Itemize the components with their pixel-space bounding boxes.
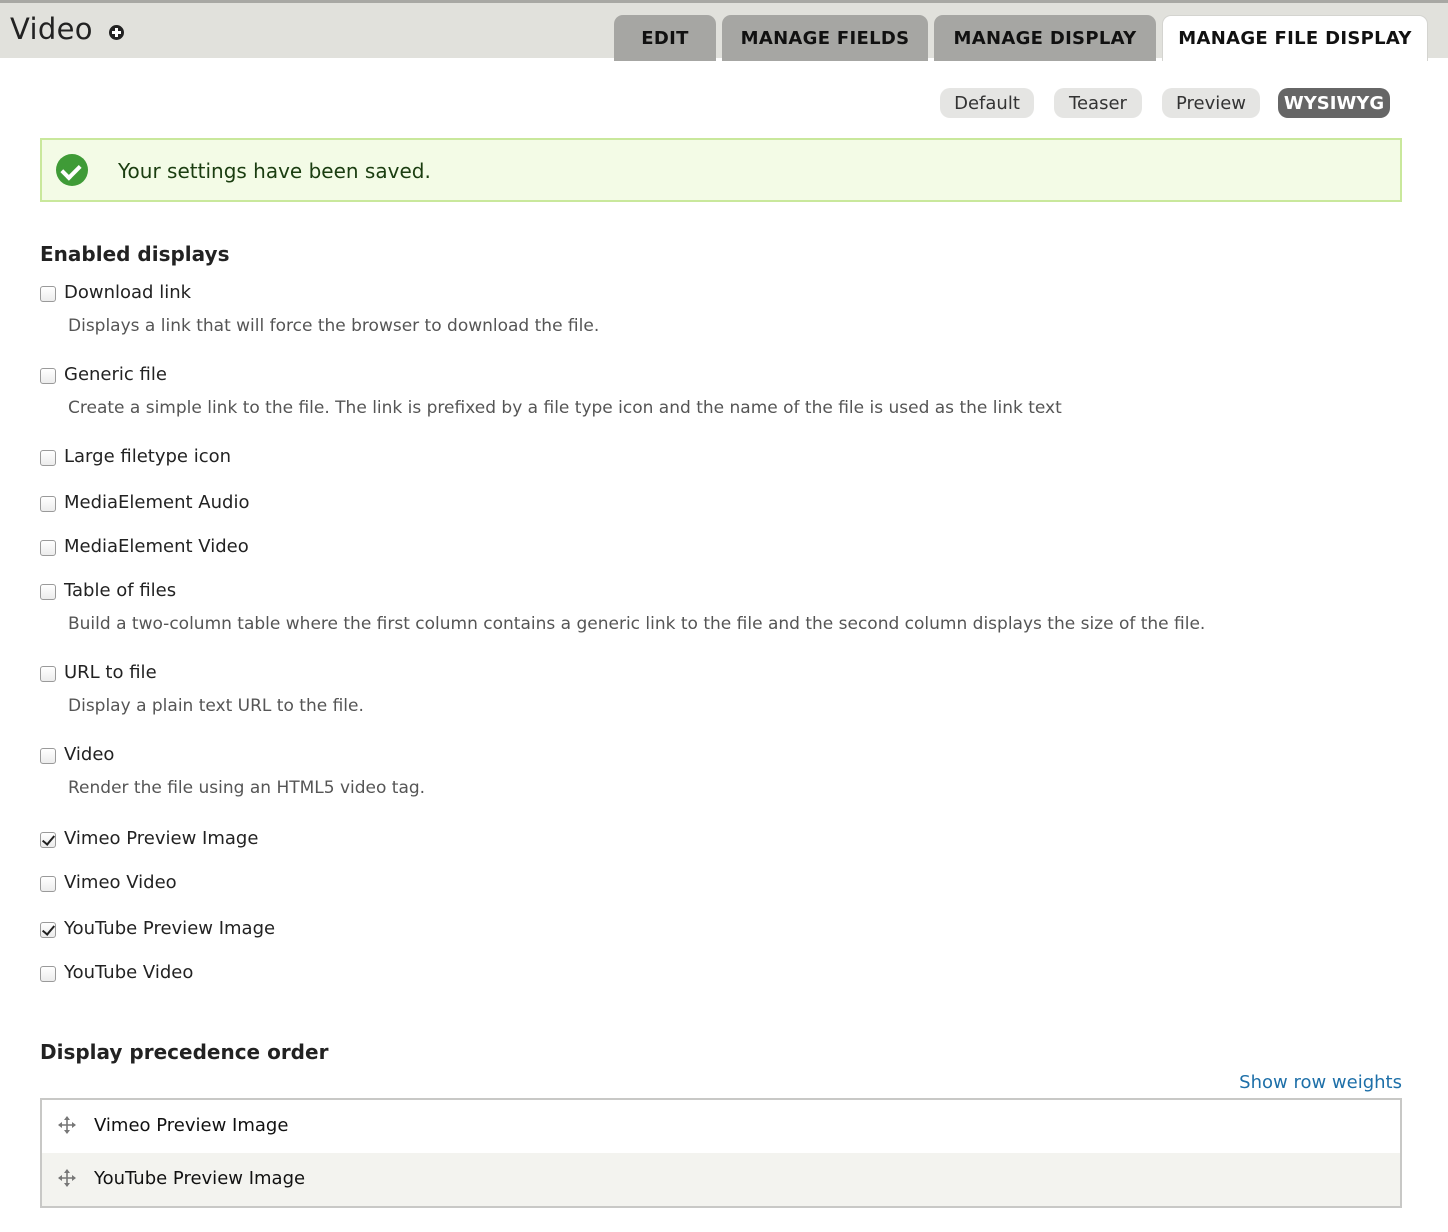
page-header: Video EDIT MANAGE FIELDS MANAGE DISPLAY … [0,0,1448,61]
view-mode-wysiwyg[interactable]: WYSIWYG [1278,88,1390,118]
checkbox-label-mediaelement-video[interactable]: MediaElement Video [64,536,249,557]
tab-edit[interactable]: EDIT [614,15,716,61]
tab-manage-fields[interactable]: MANAGE FIELDS [722,15,928,61]
status-text: Your settings have been saved. [118,159,431,183]
tab-manage-file-display[interactable]: MANAGE FILE DISPLAY [1162,15,1428,61]
checkbox-vimeo-video[interactable] [40,876,56,892]
checkbox-youtube-video[interactable] [40,966,56,982]
checkbox-mediaelement-audio[interactable] [40,496,56,512]
checkbox-label-url-to-file[interactable]: URL to file [64,662,157,683]
description-download-link: Displays a link that will force the brow… [68,316,600,336]
checkbox-generic-file[interactable] [40,368,56,384]
table-row[interactable]: YouTube Preview Image [42,1153,1400,1206]
checkbox-label-download-link[interactable]: Download link [64,282,191,303]
precedence-heading: Display precedence order [40,1040,329,1064]
checkbox-url-to-file[interactable] [40,666,56,682]
checkbox-vimeo-preview-image[interactable] [40,832,56,848]
checkbox-label-table-of-files[interactable]: Table of files [64,580,176,601]
drag-handle-icon[interactable] [58,1116,76,1134]
tab-manage-display[interactable]: MANAGE DISPLAY [934,15,1156,61]
row-label: YouTube Preview Image [94,1168,306,1189]
checkbox-table-of-files[interactable] [40,584,56,600]
checkbox-mediaelement-video[interactable] [40,540,56,556]
description-url-to-file: Display a plain text URL to the file. [68,696,364,716]
checkbox-label-large-filetype-icon[interactable]: Large filetype icon [64,446,231,467]
check-circle-icon [56,154,88,186]
view-mode-preview[interactable]: Preview [1162,88,1260,118]
description-generic-file: Create a simple link to the file. The li… [68,398,1062,418]
checkbox-label-video[interactable]: Video [64,744,114,765]
checkbox-label-youtube-video[interactable]: YouTube Video [64,962,193,983]
checkbox-youtube-preview-image[interactable] [40,922,56,938]
drag-handle-icon[interactable] [58,1169,76,1187]
description-table-of-files: Build a two-column table where the first… [68,614,1206,634]
view-mode-default[interactable]: Default [940,88,1034,118]
status-message: Your settings have been saved. [40,138,1402,202]
view-mode-teaser[interactable]: Teaser [1054,88,1142,118]
precedence-table: Vimeo Preview Image YouTube Preview Imag… [40,1098,1402,1208]
checkbox-video[interactable] [40,748,56,764]
checkbox-download-link[interactable] [40,286,56,302]
enabled-displays-heading: Enabled displays [40,242,230,266]
row-label: Vimeo Preview Image [94,1115,289,1136]
checkbox-label-youtube-preview-image[interactable]: YouTube Preview Image [64,918,275,939]
page-title: Video [10,12,93,46]
table-row[interactable]: Vimeo Preview Image [42,1100,1400,1153]
checkbox-label-vimeo-video[interactable]: Vimeo Video [64,872,177,893]
add-shortcut-icon[interactable] [109,25,124,40]
description-video: Render the file using an HTML5 video tag… [68,778,426,798]
checkbox-label-generic-file[interactable]: Generic file [64,364,167,385]
checkbox-label-mediaelement-audio[interactable]: MediaElement Audio [64,492,249,513]
show-row-weights-link[interactable]: Show row weights [1239,1072,1402,1093]
checkbox-label-vimeo-preview-image[interactable]: Vimeo Preview Image [64,828,258,849]
checkbox-large-filetype-icon[interactable] [40,450,56,466]
